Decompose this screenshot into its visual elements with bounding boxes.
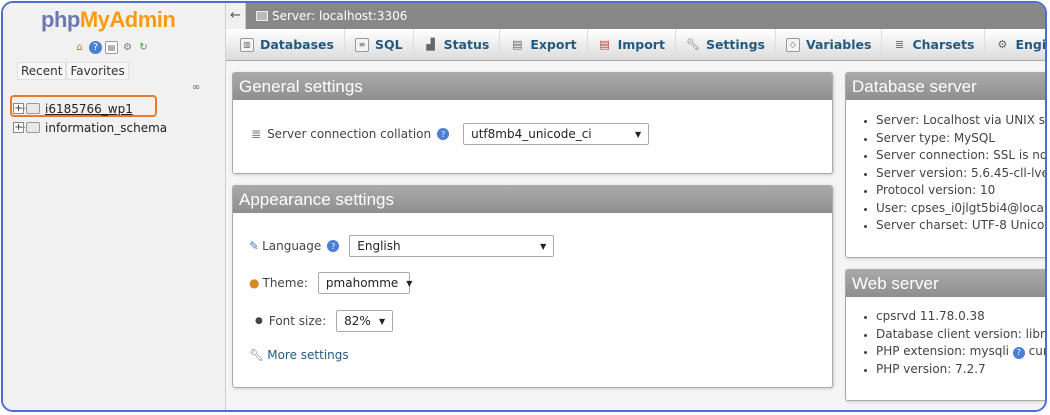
appearance-settings-panel: Appearance settings ✎ Language ? English… (232, 185, 833, 388)
database-icon: ▥ (240, 37, 254, 52)
navigation-panel: phpMyAdmin ⌂ ? ▤ ⚙ ↻ Recent Favorites ∞ … (3, 3, 226, 410)
charsets-icon: ≣ (894, 38, 905, 51)
tab-recent[interactable]: Recent (17, 62, 67, 80)
help-icon[interactable]: ? (1012, 346, 1025, 359)
database-server-info: Server: Localhost via UNIX soc Server ty… (864, 112, 1045, 235)
reload-icon[interactable]: ↻ (137, 41, 150, 54)
tree-item-database[interactable]: + information_schema (13, 118, 223, 137)
list-item: Server type: MySQL (876, 130, 1045, 148)
fontsize-select[interactable]: 82% ▼ (336, 310, 394, 332)
list-item: Server: Localhost via UNIX soc (876, 112, 1045, 130)
web-server-info: cpsrvd 11.78.0.38 Database client versio… (864, 308, 1045, 379)
sql-icon: ≡ (354, 37, 369, 52)
main-menu: ▥ Databases ≡ SQL ▟ Status ▤ Export ▤ Im… (226, 29, 1045, 61)
list-item: Server connection: SSL is not b (876, 147, 1045, 165)
theme-label: Theme: (262, 276, 308, 290)
variables-icon: ◇ (785, 37, 800, 52)
breadcrumb-server[interactable]: Server: localhost:3306 (272, 9, 407, 23)
export-icon: ▤ (512, 38, 523, 51)
panel-title: Appearance settings (233, 186, 832, 213)
bullet: ● (255, 316, 263, 326)
panel-title: Database server (846, 73, 1045, 100)
collation-label: Server connection collation (267, 127, 432, 141)
tab-favorites[interactable]: Favorites (66, 62, 129, 80)
nav-icon-bar: ⌂ ? ▤ ⚙ ↻ (73, 41, 150, 54)
fontsize-row: ● Font size: 82% ▼ (255, 310, 394, 332)
list-item: Database client version: libmys (876, 326, 1045, 344)
breadcrumb: Server: localhost:3306 (256, 9, 407, 23)
list-item: User: cpses_i0jlgt5bi4@localho (876, 200, 1045, 218)
collapse-navigation-button[interactable]: ← (226, 3, 246, 29)
help-icon[interactable]: ? (89, 41, 102, 54)
language-icon: ✎ (249, 239, 260, 253)
language-select[interactable]: English ▼ (349, 235, 555, 257)
top-bar: ← Server: localhost:3306 (226, 3, 1045, 29)
theme-select[interactable]: pmahomme ▼ (317, 272, 413, 294)
database-name[interactable]: i6185766_wp1 (45, 102, 133, 116)
wrench-icon: 🔧︎ (685, 38, 700, 51)
list-item: PHP extension: mysqli ? curl (876, 343, 1045, 361)
list-item: Server charset: UTF-8 Unicode (876, 217, 1045, 235)
tab-status[interactable]: ▟ Status (414, 29, 501, 60)
general-settings-panel: General settings ≣ Server connection col… (232, 72, 833, 174)
collation-row: ≣ Server connection collation ? utf8mb4_… (251, 123, 650, 145)
server-icon (256, 11, 268, 21)
collation-select[interactable]: utf8mb4_unicode_ci ▼ (463, 123, 650, 145)
chevron-down-icon: ▼ (540, 241, 547, 251)
engines-icon: ⚙ (997, 38, 1008, 51)
language-row: ✎ Language ? English ▼ (249, 235, 555, 257)
tab-export[interactable]: ▤ Export (500, 29, 588, 60)
list-item: Server version: 5.6.45-cll-lve - M (876, 165, 1045, 183)
home-icon[interactable]: ⌂ (73, 41, 86, 54)
chevron-down-icon: ▼ (634, 129, 642, 139)
link-with-main-panel-icon[interactable]: ∞ (192, 82, 200, 93)
panel-title: General settings (233, 73, 832, 100)
theme-row: ● Theme: pmahomme ▼ (249, 272, 413, 294)
tab-databases[interactable]: ▥ Databases (226, 29, 345, 60)
phpmyadmin-logo[interactable]: phpMyAdmin (41, 7, 176, 33)
status-icon: ▟ (426, 38, 435, 51)
chevron-down-icon: ▼ (378, 316, 386, 326)
list-item: cpsrvd 11.78.0.38 (876, 308, 1045, 326)
tab-sql[interactable]: ≡ SQL (345, 29, 414, 60)
tree-item-database[interactable]: + i6185766_wp1 (13, 99, 223, 118)
list-item: PHP version: 7.2.7 (876, 361, 1045, 379)
tab-variables[interactable]: ◇ Variables (776, 29, 883, 60)
theme-icon: ● (249, 276, 260, 290)
tab-settings[interactable]: 🔧︎ Settings (676, 29, 776, 60)
tab-engines[interactable]: ⚙ Engines (985, 29, 1045, 60)
more-settings-link[interactable]: More settings (267, 348, 348, 362)
more-settings-row: 🔧︎ More settings (249, 348, 349, 362)
chevron-down-icon: ▼ (406, 278, 413, 288)
main-content: General settings ≣ Server connection col… (226, 61, 1045, 410)
collation-icon: ≣ (251, 127, 262, 141)
app-window: phpMyAdmin ⌂ ? ▤ ⚙ ↻ Recent Favorites ∞ … (1, 1, 1047, 412)
recent-favorites-tabs: Recent Favorites (17, 62, 129, 80)
help-icon[interactable]: ? (327, 240, 340, 252)
gear-icon[interactable]: ⚙ (121, 41, 134, 54)
database-icon (21, 122, 40, 133)
help-icon[interactable]: ? (437, 128, 450, 140)
web-server-panel: Web server cpsrvd 11.78.0.38 Database cl… (845, 269, 1045, 401)
fontsize-label: Font size: (268, 314, 327, 328)
database-name[interactable]: information_schema (45, 121, 167, 135)
tab-import[interactable]: ▤ Import (588, 29, 676, 60)
tab-charsets[interactable]: ≣ Charsets (882, 29, 986, 60)
wrench-icon: 🔧︎ (249, 348, 265, 362)
database-icon (21, 103, 40, 114)
list-item: Protocol version: 10 (876, 182, 1045, 200)
database-server-panel: Database server Server: Localhost via UN… (845, 72, 1045, 258)
language-label: Language (262, 239, 322, 253)
panel-title: Web server (846, 270, 1045, 297)
documentation-icon[interactable]: ▤ (105, 41, 118, 54)
database-tree: + i6185766_wp1 + information_schema (13, 99, 223, 137)
import-icon: ▤ (599, 38, 610, 51)
